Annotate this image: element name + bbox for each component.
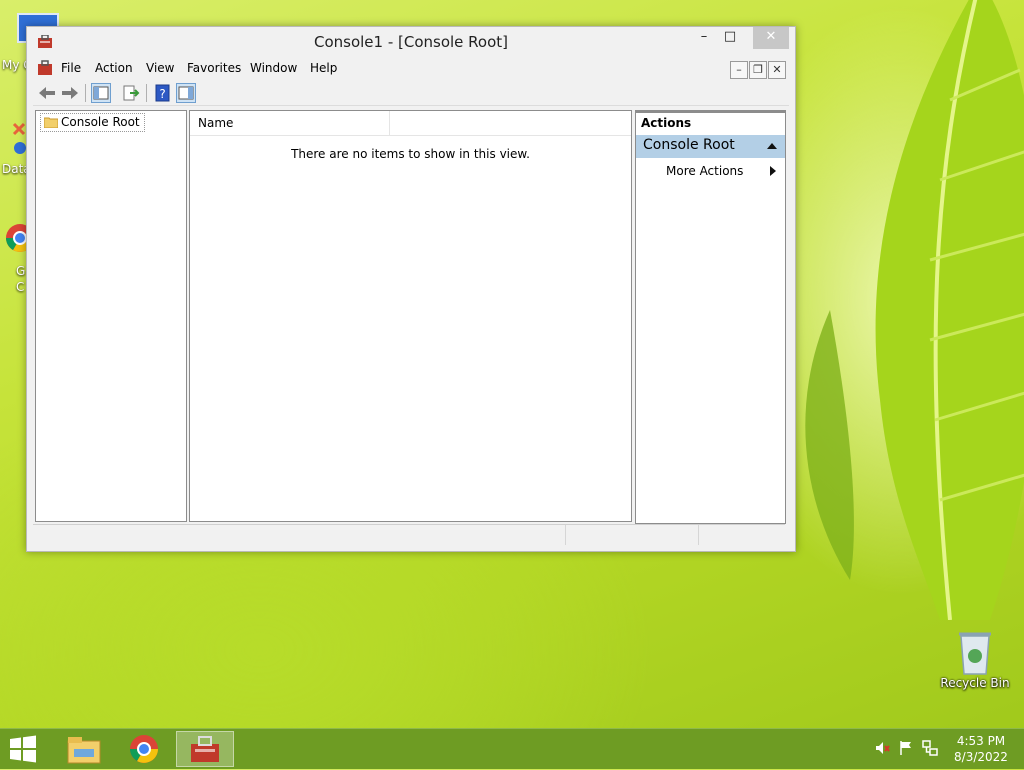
actions-pane: Actions Console Root More Actions	[635, 110, 786, 524]
desktop-icon-label: G	[16, 264, 26, 278]
maximize-icon: □	[723, 29, 737, 44]
desktop-icon-recycle-bin[interactable]: Recycle Bin	[940, 630, 1010, 690]
menu-bar: File Action View Favorites Window Help –…	[33, 57, 789, 79]
column-header-name[interactable]: Name	[190, 111, 390, 135]
volume-muted-icon[interactable]	[874, 740, 890, 756]
status-bar	[33, 524, 785, 545]
mmc-console-icon[interactable]	[37, 60, 53, 76]
mmc-window[interactable]: Console1 - [Console Root] – □ ✕ File Act…	[26, 26, 796, 552]
collapse-arrow-icon[interactable]	[767, 143, 777, 149]
maximize-button[interactable]: □	[717, 27, 743, 49]
submenu-arrow-icon[interactable]	[770, 166, 776, 176]
desktop-icon-label: Recycle Bin	[940, 676, 1010, 690]
forward-arrow-icon[interactable]	[60, 83, 80, 103]
menu-view[interactable]: View	[146, 61, 174, 75]
menu-favorites[interactable]: Favorites	[187, 61, 241, 75]
actions-section-header[interactable]: Console Root	[636, 135, 785, 158]
mmc-console-icon	[191, 736, 219, 762]
network-icon[interactable]	[922, 740, 938, 756]
restore-icon: ❐	[753, 63, 763, 76]
menu-file[interactable]: File	[61, 61, 81, 75]
menu-window[interactable]: Window	[250, 61, 297, 75]
folder-icon	[44, 117, 58, 128]
child-minimize-button[interactable]: –	[730, 61, 748, 79]
clock-time: 4:53 PM	[956, 734, 1006, 748]
toolbar-separator	[85, 84, 86, 102]
toolbar-separator	[146, 84, 147, 102]
desktop-icon-label: C	[16, 280, 25, 294]
title-bar[interactable]: Console1 - [Console Root] – □ ✕	[27, 27, 795, 57]
file-explorer-icon	[67, 737, 101, 764]
svg-text:?: ?	[159, 87, 165, 101]
empty-list-message: There are no items to show in this view.	[291, 147, 530, 161]
taskbar-clock[interactable]: 4:53 PM 8/3/2022	[948, 733, 1014, 765]
child-restore-button[interactable]: ❐	[749, 61, 767, 79]
minimize-icon: –	[736, 63, 742, 76]
clock-date: 8/3/2022	[954, 750, 1008, 764]
toolbar: ?	[33, 81, 789, 106]
show-hide-console-tree-icon[interactable]	[91, 83, 111, 103]
close-icon: ✕	[772, 63, 782, 76]
close-icon: ✕	[765, 29, 777, 44]
back-arrow-icon[interactable]	[37, 83, 57, 103]
wallpaper-leaf	[805, 0, 1024, 620]
recycle-bin-icon	[959, 632, 991, 675]
window-title: Console1 - [Console Root]	[313, 33, 509, 51]
close-button[interactable]: ✕	[753, 27, 789, 49]
taskbar-file-explorer[interactable]	[56, 731, 112, 767]
show-hide-action-pane-icon[interactable]	[176, 83, 196, 103]
minimize-icon: –	[700, 29, 708, 44]
action-center-flag-icon[interactable]	[898, 740, 914, 756]
tree-item-console-root[interactable]: Console Root	[40, 113, 145, 132]
taskbar	[0, 728, 1024, 769]
menu-action[interactable]: Action	[95, 61, 133, 75]
start-windows-icon[interactable]	[8, 735, 38, 763]
chrome-icon	[130, 735, 158, 763]
menu-help[interactable]: Help	[310, 61, 337, 75]
minimize-button[interactable]: –	[691, 27, 717, 49]
console-tree-pane[interactable]: Console Root	[35, 110, 187, 522]
help-icon[interactable]: ?	[152, 83, 172, 103]
tree-item-label: Console Root	[61, 115, 140, 129]
export-list-icon[interactable]	[121, 83, 141, 103]
actions-section-label: Console Root	[643, 137, 735, 153]
status-cell	[33, 525, 566, 545]
taskbar-chrome[interactable]	[116, 731, 172, 767]
child-close-button[interactable]: ✕	[768, 61, 786, 79]
list-header: Name	[190, 111, 631, 136]
status-cell	[565, 525, 699, 545]
more-actions-item[interactable]: More Actions	[666, 164, 743, 178]
result-list-pane[interactable]: Name There are no items to show in this …	[189, 110, 632, 522]
actions-pane-title: Actions	[641, 116, 692, 130]
taskbar-mmc-console[interactable]	[176, 731, 234, 767]
